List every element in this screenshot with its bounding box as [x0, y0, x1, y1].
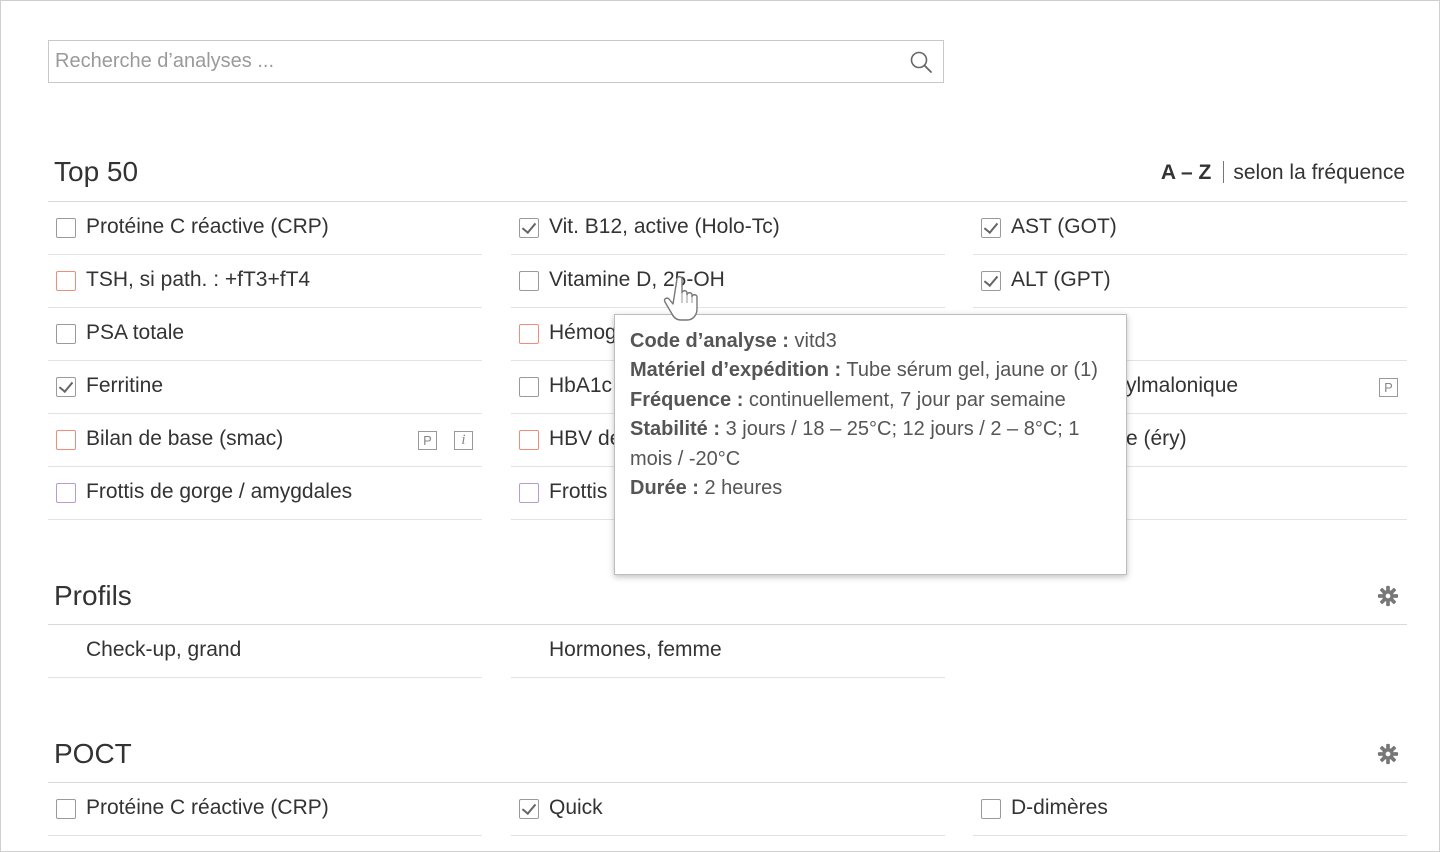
- test-label: Frottis: [549, 480, 608, 503]
- test-checkbox[interactable]: [519, 271, 539, 291]
- poct-item[interactable]: D-dimères: [973, 783, 1407, 836]
- profile-badge[interactable]: P: [418, 431, 437, 450]
- info-icon[interactable]: i: [454, 431, 473, 450]
- test-item[interactable]: TSH, si path. : +fT3+fT4: [48, 255, 482, 308]
- test-label: e (éry): [1126, 427, 1187, 450]
- profiles-title: Profils: [54, 580, 132, 611]
- test-label: Protéine C réactive (CRP): [86, 215, 329, 238]
- test-item[interactable]: PSA totale: [48, 308, 482, 361]
- test-item[interactable]: AST (GOT): [973, 202, 1407, 255]
- test-item[interactable]: Protéine C réactive (CRP): [48, 202, 482, 255]
- sort-frequency-link[interactable]: selon la fréquence: [1233, 161, 1405, 184]
- test-checkbox[interactable]: [519, 218, 539, 238]
- analysis-tooltip: Code d’analyse : vitd3 Matériel d’expédi…: [614, 314, 1127, 575]
- test-label: HBV de: [549, 427, 622, 450]
- test-checkbox[interactable]: [56, 430, 76, 450]
- test-checkbox[interactable]: [981, 271, 1001, 291]
- test-checkbox[interactable]: [519, 324, 539, 344]
- test-label: AST (GOT): [1011, 215, 1117, 238]
- test-label: ylmalonique: [1126, 374, 1239, 397]
- search-box[interactable]: [48, 40, 944, 83]
- poct-item[interactable]: Protéine C réactive (CRP): [48, 783, 482, 836]
- profile-label: Check-up, grand: [86, 638, 242, 661]
- tooltip-code: Code d’analyse : vitd3: [630, 330, 837, 352]
- poct-checkbox[interactable]: [56, 799, 76, 819]
- gear-icon[interactable]: [1377, 585, 1399, 607]
- test-label: PSA totale: [86, 321, 185, 344]
- test-checkbox[interactable]: [519, 377, 539, 397]
- test-label: HbA1c: [549, 374, 613, 397]
- test-label: TSH, si path. : +fT3+fT4: [86, 268, 311, 291]
- test-checkbox[interactable]: [981, 218, 1001, 238]
- poct-title: POCT: [54, 738, 132, 769]
- sort-separator: [1223, 161, 1225, 183]
- profile-label: Hormones, femme: [549, 638, 722, 661]
- poct-label: Protéine C réactive (CRP): [86, 796, 329, 819]
- test-label: Ferritine: [86, 374, 164, 397]
- test-item[interactable]: Frottis de gorge / amygdales: [48, 467, 482, 520]
- poct-checkbox[interactable]: [519, 799, 539, 819]
- test-label: Frottis de gorge / amygdales: [86, 480, 353, 503]
- test-label: Hémog: [549, 321, 617, 344]
- test-checkbox[interactable]: [519, 483, 539, 503]
- test-item[interactable]: Ferritine: [48, 361, 482, 414]
- profile-item[interactable]: Hormones, femme: [511, 625, 945, 678]
- test-label: ALT (GPT): [1011, 268, 1111, 291]
- sort-az-link[interactable]: A – Z: [1161, 161, 1212, 184]
- test-checkbox[interactable]: [56, 218, 76, 238]
- tooltip-duration: Durée : 2 heures: [630, 477, 783, 500]
- hand-cursor-icon: [663, 276, 698, 321]
- test-item[interactable]: Bilan de base (smac) P i: [48, 414, 482, 467]
- test-checkbox[interactable]: [56, 377, 76, 397]
- gear-icon[interactable]: [1377, 743, 1399, 765]
- test-item[interactable]: Vitamine D, 25-OH: [511, 255, 945, 308]
- tooltip-material: Matériel d’expédition : Tube sérum gel, …: [630, 359, 1098, 382]
- profile-badge[interactable]: P: [1379, 378, 1398, 397]
- profile-item[interactable]: Check-up, grand: [48, 625, 482, 678]
- app-frame: Top 50 A – Z selon la fréquence Protéine …: [0, 0, 1440, 852]
- poct-checkbox[interactable]: [981, 799, 1001, 819]
- poct-label: D-dimères: [1011, 796, 1108, 819]
- tooltip-stability: Stabilité : 3 jours / 18 – 25°C; 12 jour…: [630, 418, 1080, 470]
- test-checkbox[interactable]: [56, 324, 76, 344]
- top50-title: Top 50: [54, 156, 139, 187]
- test-checkbox[interactable]: [56, 483, 76, 503]
- test-label: Vit. B12, active (Holo-Tc): [549, 215, 780, 238]
- test-checkbox[interactable]: [519, 430, 539, 450]
- poct-label: Quick: [549, 796, 603, 819]
- test-label: Bilan de base (smac): [86, 427, 284, 450]
- test-checkbox[interactable]: [56, 271, 76, 291]
- tooltip-frequency: Fréquence : continuellement, 7 jour par …: [630, 388, 1066, 411]
- test-item[interactable]: Vit. B12, active (Holo-Tc): [511, 202, 945, 255]
- search-input[interactable]: [49, 41, 943, 82]
- sort-toggle: A – Z selon la fréquence: [1161, 161, 1405, 185]
- test-item[interactable]: ALT (GPT): [973, 255, 1407, 308]
- poct-item[interactable]: Quick: [511, 783, 945, 836]
- search-icon[interactable]: [909, 50, 933, 74]
